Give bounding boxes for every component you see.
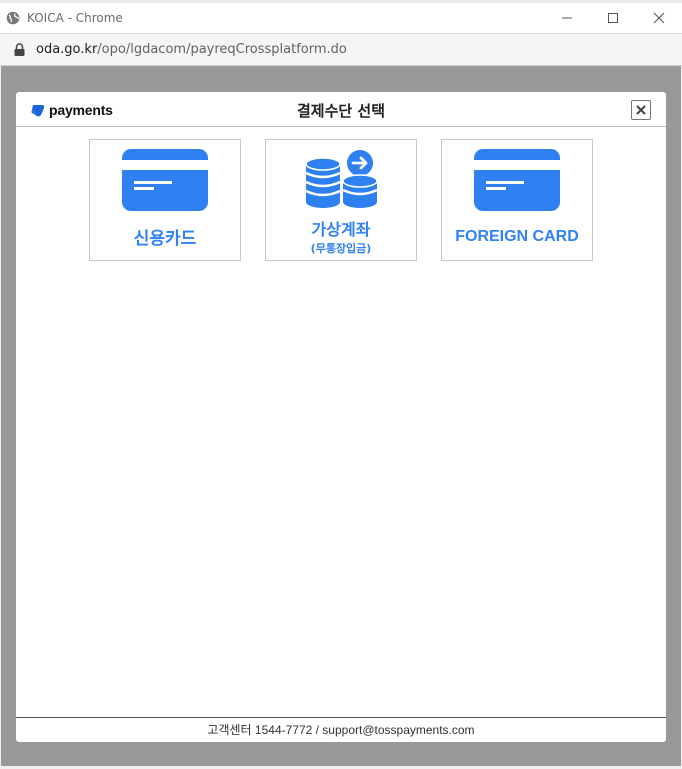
payment-options: 신용카드 가상계좌 (무통장입금) FOREIGN CARD	[89, 139, 593, 261]
url-text[interactable]: oda.go.kr/opo/lgdacom/payreqCrossplatfor…	[36, 42, 347, 57]
window-controls	[544, 3, 682, 33]
option-sublabel: (무통장입금)	[310, 242, 372, 255]
close-window-button[interactable]	[636, 3, 682, 33]
url-domain: oda.go.kr	[36, 42, 98, 57]
modal-close-button[interactable]	[631, 100, 651, 120]
globe-icon	[6, 11, 20, 25]
window-title: KOICA - Chrome	[27, 11, 123, 25]
lock-icon	[14, 43, 26, 57]
option-label: 가상계좌	[311, 220, 371, 239]
credit-card-icon	[122, 149, 208, 211]
close-x-icon	[636, 105, 646, 115]
page-overlay: payments 결제수단 선택 신용카드 가상계좌 (무통장입금) FOREI…	[1, 66, 681, 766]
coins-transfer-icon	[305, 150, 378, 208]
payment-modal: payments 결제수단 선택 신용카드 가상계좌 (무통장입금) FOREI…	[16, 92, 666, 742]
option-label: FOREIGN CARD	[455, 228, 579, 245]
modal-footer: 고객센터 1544-7772 / support@tosspayments.co…	[16, 717, 666, 742]
modal-title: 결제수단 선택	[296, 102, 386, 120]
url-path: /opo/lgdacom/payreqCrossplatform.do	[97, 42, 347, 57]
address-bar[interactable]: oda.go.kr/opo/lgdacom/payreqCrossplatfor…	[0, 34, 682, 66]
close-icon	[653, 12, 665, 24]
modal-header: payments 결제수단 선택	[16, 92, 666, 127]
maximize-icon	[608, 13, 618, 23]
minimize-icon	[562, 17, 572, 19]
foreign-card-icon	[474, 149, 560, 211]
option-label: 신용카드	[133, 229, 197, 249]
window-titlebar[interactable]: KOICA - Chrome	[0, 3, 682, 34]
option-virtual-account[interactable]: 가상계좌 (무통장입금)	[265, 139, 417, 261]
option-credit-card[interactable]: 신용카드	[89, 139, 241, 261]
maximize-button[interactable]	[590, 3, 636, 33]
minimize-button[interactable]	[544, 3, 590, 33]
option-foreign-card[interactable]: FOREIGN CARD	[441, 139, 593, 261]
